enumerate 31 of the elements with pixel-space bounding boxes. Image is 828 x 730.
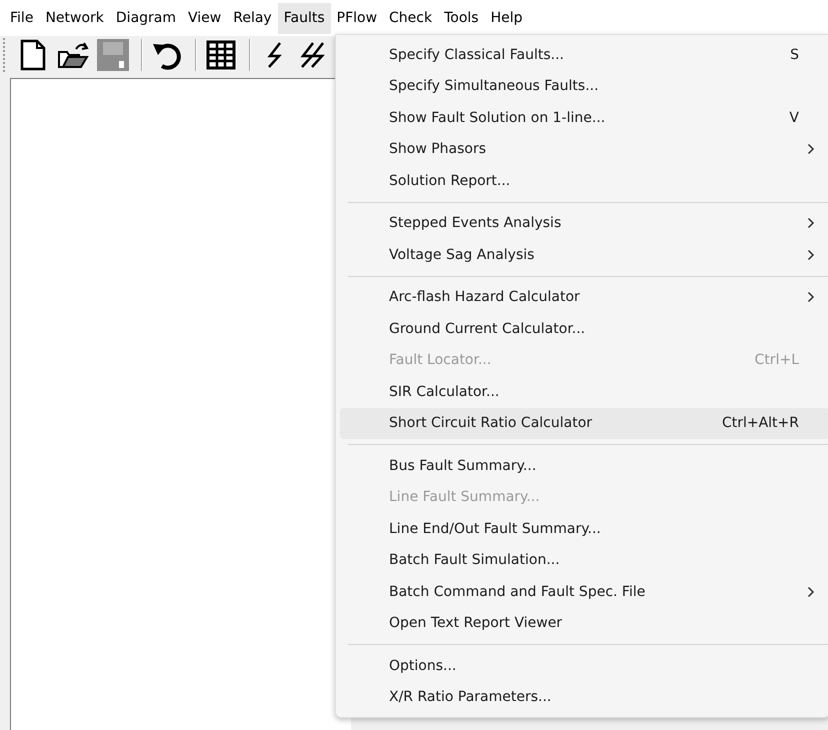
new-document-icon[interactable] xyxy=(20,39,46,71)
menu-item[interactable]: Tools xyxy=(438,2,485,34)
menu-item[interactable]: Voltage Sag Analysis xyxy=(340,239,828,270)
menu-item[interactable]: Network xyxy=(39,2,110,34)
menu-item[interactable]: Relay xyxy=(227,2,278,34)
menu-item[interactable]: Open Text Report Viewer xyxy=(340,608,828,639)
menu-item[interactable]: Batch Command and Fault Spec. File xyxy=(340,576,828,608)
menu-item[interactable]: Show Fault Solution on 1-line... V xyxy=(340,102,828,134)
menu-item[interactable]: Faults xyxy=(278,2,331,34)
menu-item[interactable]: Bus Fault Summary... xyxy=(340,450,828,482)
menu-item[interactable]: Help xyxy=(484,2,529,34)
menu-item[interactable]: Arc-flash Hazard Calculator xyxy=(340,282,828,313)
menu-item[interactable]: X/R Ratio Parameters... xyxy=(340,682,828,713)
menu-item[interactable]: Diagram xyxy=(110,2,182,34)
menu-item[interactable]: Stepped Events Analysis xyxy=(340,208,828,239)
menu-item[interactable]: Show Phasors xyxy=(340,134,828,165)
menu-item[interactable]: Short Circuit Ratio Calculator Ctrl+Alt+R xyxy=(340,408,828,439)
menu-item[interactable]: View xyxy=(182,2,228,34)
menu-item[interactable]: File xyxy=(4,2,40,34)
menu-item[interactable]: Check xyxy=(383,2,438,34)
menu-item[interactable]: PFlow xyxy=(330,2,384,34)
menu-item[interactable]: Batch Fault Simulation... xyxy=(340,544,828,576)
open-folder-icon[interactable] xyxy=(56,40,90,70)
menu-item[interactable]: SIR Calculator... xyxy=(340,376,828,408)
menu-item[interactable]: Line End/Out Fault Summary... xyxy=(340,513,828,544)
menu-item[interactable]: Specify Simultaneous Faults... xyxy=(340,70,828,102)
menu-item[interactable]: Specify Classical Faults... S xyxy=(340,39,828,70)
menu-item[interactable]: Solution Report... xyxy=(340,165,828,196)
menu-item[interactable]: Options... xyxy=(340,650,828,682)
table-icon[interactable] xyxy=(206,40,236,70)
menu-item[interactable]: Ground Current Calculator... xyxy=(340,313,828,344)
